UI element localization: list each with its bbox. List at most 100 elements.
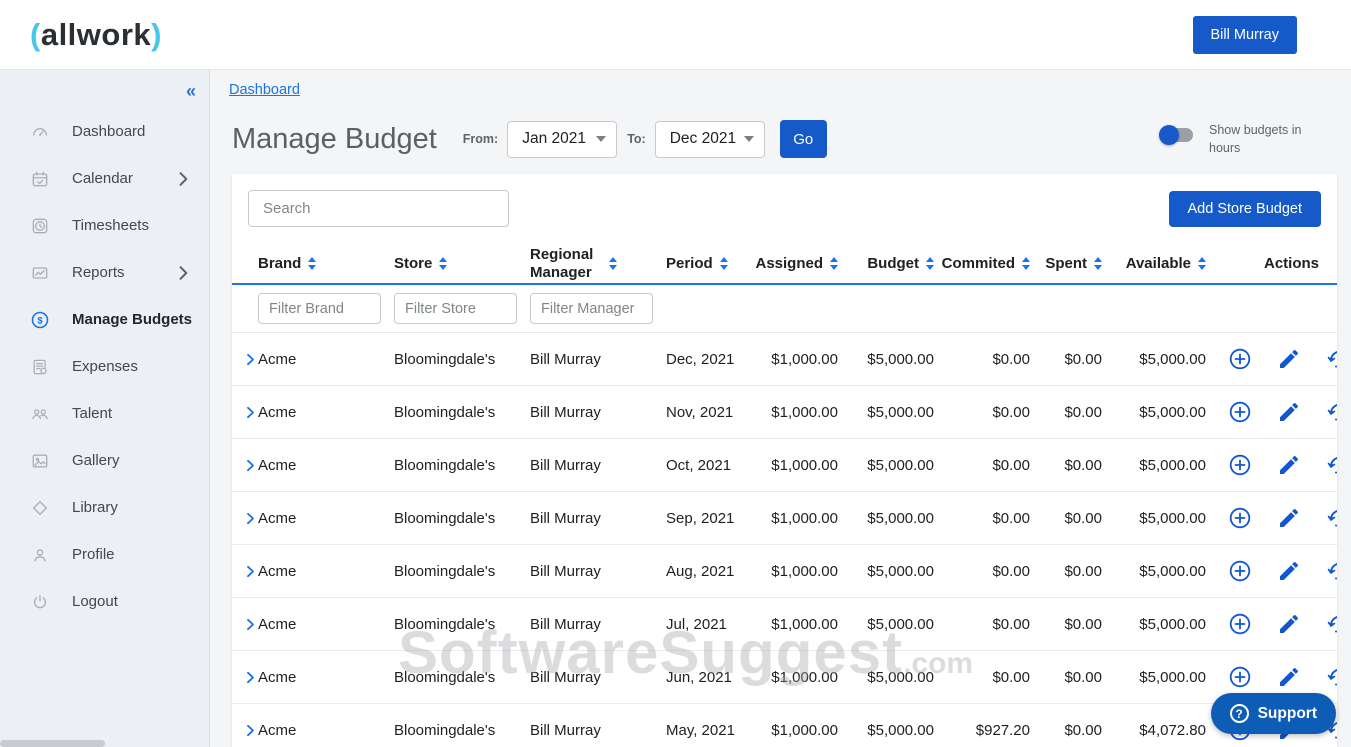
- rollover-icon[interactable]: [1326, 559, 1337, 583]
- edit-pencil-icon[interactable]: [1277, 665, 1301, 689]
- edit-pencil-icon[interactable]: [1277, 612, 1301, 636]
- cell-assigned: $1,000.00: [752, 704, 838, 747]
- sort-arrows-icon[interactable]: [1198, 257, 1206, 270]
- logo-paren-close: ): [151, 17, 162, 52]
- edit-pencil-icon[interactable]: [1277, 559, 1301, 583]
- edit-pencil-icon[interactable]: [1277, 506, 1301, 530]
- add-circle-icon[interactable]: [1228, 559, 1252, 583]
- filter-brand-input[interactable]: [258, 293, 381, 324]
- rollover-icon[interactable]: [1326, 612, 1337, 636]
- rollover-icon[interactable]: [1326, 665, 1337, 689]
- add-circle-icon[interactable]: [1228, 665, 1252, 689]
- cell-budget: $5,000.00: [838, 704, 934, 747]
- sort-arrows-icon[interactable]: [830, 257, 838, 270]
- add-circle-icon[interactable]: [1228, 612, 1252, 636]
- sidebar-item-logout[interactable]: Logout: [0, 578, 209, 625]
- sidebar-item-calendar[interactable]: Calendar: [0, 155, 209, 202]
- sidebar-item-talent[interactable]: Talent: [0, 390, 209, 437]
- sidebar-item-label: Profile: [72, 546, 193, 563]
- edit-pencil-icon[interactable]: [1277, 347, 1301, 371]
- cell-budget: $5,000.00: [838, 492, 934, 545]
- horizontal-scrollbar-thumb[interactable]: [0, 740, 105, 747]
- sort-arrows-icon[interactable]: [1094, 257, 1102, 270]
- column-header-spent[interactable]: Spent: [1030, 244, 1102, 284]
- to-month-select[interactable]: Dec 2021: [655, 121, 765, 158]
- table-row: Acme Bloomingdale's Bill Murray Dec, 202…: [232, 333, 1337, 386]
- expand-chevron-icon[interactable]: [243, 405, 258, 420]
- sort-arrows-icon[interactable]: [1022, 257, 1030, 270]
- edit-pencil-icon[interactable]: [1277, 453, 1301, 477]
- cell-budget: $5,000.00: [838, 545, 934, 598]
- search-input[interactable]: [248, 190, 509, 227]
- sort-arrows-icon[interactable]: [439, 257, 447, 270]
- column-header-store[interactable]: Store: [394, 244, 530, 284]
- sort-arrows-icon[interactable]: [926, 257, 934, 270]
- row-expander[interactable]: [232, 492, 258, 545]
- add-circle-icon[interactable]: [1228, 453, 1252, 477]
- edit-pencil-icon[interactable]: [1277, 400, 1301, 424]
- column-header-regional-manager[interactable]: Regional Manager: [530, 244, 666, 284]
- sidebar-item-manage-budgets[interactable]: $ Manage Budgets: [0, 296, 209, 343]
- rollover-icon[interactable]: [1326, 453, 1337, 477]
- row-expander[interactable]: [232, 439, 258, 492]
- sidebar-item-profile[interactable]: Profile: [0, 531, 209, 578]
- sidebar-item-gallery[interactable]: Gallery: [0, 437, 209, 484]
- budgets-in-hours-toggle[interactable]: [1159, 125, 1196, 145]
- sidebar-item-dashboard[interactable]: Dashboard: [0, 108, 209, 155]
- sidebar-item-reports[interactable]: Reports: [0, 249, 209, 296]
- cell-actions: [1206, 439, 1337, 492]
- row-expander[interactable]: [232, 333, 258, 386]
- expand-chevron-icon[interactable]: [243, 564, 258, 579]
- expand-chevron-icon[interactable]: [243, 670, 258, 685]
- breadcrumb-link-dashboard[interactable]: Dashboard: [229, 82, 300, 98]
- rollover-icon[interactable]: [1326, 347, 1337, 371]
- cell-brand: Acme: [258, 492, 394, 545]
- expand-chevron-icon[interactable]: [243, 723, 258, 738]
- row-expander[interactable]: [232, 704, 258, 747]
- row-expander[interactable]: [232, 598, 258, 651]
- filter-store-input[interactable]: [394, 293, 517, 324]
- expand-chevron-icon[interactable]: [243, 458, 258, 473]
- row-expander[interactable]: [232, 386, 258, 439]
- expand-chevron-icon[interactable]: [243, 511, 258, 526]
- column-header-available[interactable]: Available: [1102, 244, 1206, 284]
- expand-chevron-icon[interactable]: [243, 352, 258, 367]
- row-expander[interactable]: [232, 651, 258, 704]
- from-month-select[interactable]: Jan 2021: [507, 121, 617, 158]
- go-button[interactable]: Go: [780, 120, 827, 158]
- user-button[interactable]: Bill Murray: [1193, 16, 1297, 54]
- cell-commited: $0.00: [934, 439, 1030, 492]
- sort-arrows-icon[interactable]: [308, 257, 316, 270]
- column-header-assigned[interactable]: Assigned: [752, 244, 838, 284]
- table-row: Acme Bloomingdale's Bill Murray Aug, 202…: [232, 545, 1337, 598]
- rollover-icon[interactable]: [1326, 506, 1337, 530]
- rollover-icon[interactable]: [1326, 400, 1337, 424]
- budget-table-card: Add Store Budget Brand Store: [232, 174, 1337, 747]
- cell-period: Jun, 2021: [666, 651, 752, 704]
- cell-store: Bloomingdale's: [394, 545, 530, 598]
- column-header-budget[interactable]: Budget: [838, 244, 934, 284]
- cell-budget: $5,000.00: [838, 386, 934, 439]
- column-header-commited[interactable]: Commited: [934, 244, 1030, 284]
- filter-manager-input[interactable]: [530, 293, 653, 324]
- cell-spent: $0.00: [1030, 651, 1102, 704]
- page-header: Manage Budget From: Jan 2021 To: Dec 202…: [210, 98, 1351, 158]
- expand-chevron-icon[interactable]: [243, 617, 258, 632]
- sidebar-collapse-icon[interactable]: «: [186, 82, 196, 100]
- support-button[interactable]: ? Support: [1211, 693, 1336, 734]
- row-expander[interactable]: [232, 545, 258, 598]
- sort-arrows-icon[interactable]: [720, 257, 728, 270]
- column-header-period[interactable]: Period: [666, 244, 752, 284]
- column-header-brand[interactable]: Brand: [258, 244, 394, 284]
- add-store-budget-button[interactable]: Add Store Budget: [1169, 191, 1321, 227]
- cell-available: $4,072.80: [1102, 704, 1206, 747]
- sidebar-item-timesheets[interactable]: Timesheets: [0, 202, 209, 249]
- add-circle-icon[interactable]: [1228, 506, 1252, 530]
- toggle-knob: [1159, 125, 1179, 145]
- add-circle-icon[interactable]: [1228, 347, 1252, 371]
- sidebar-item-expenses[interactable]: Expenses: [0, 343, 209, 390]
- sidebar-item-library[interactable]: Library: [0, 484, 209, 531]
- add-circle-icon[interactable]: [1228, 400, 1252, 424]
- sidebar-item-label: Library: [72, 499, 193, 516]
- sort-arrows-icon[interactable]: [609, 257, 617, 270]
